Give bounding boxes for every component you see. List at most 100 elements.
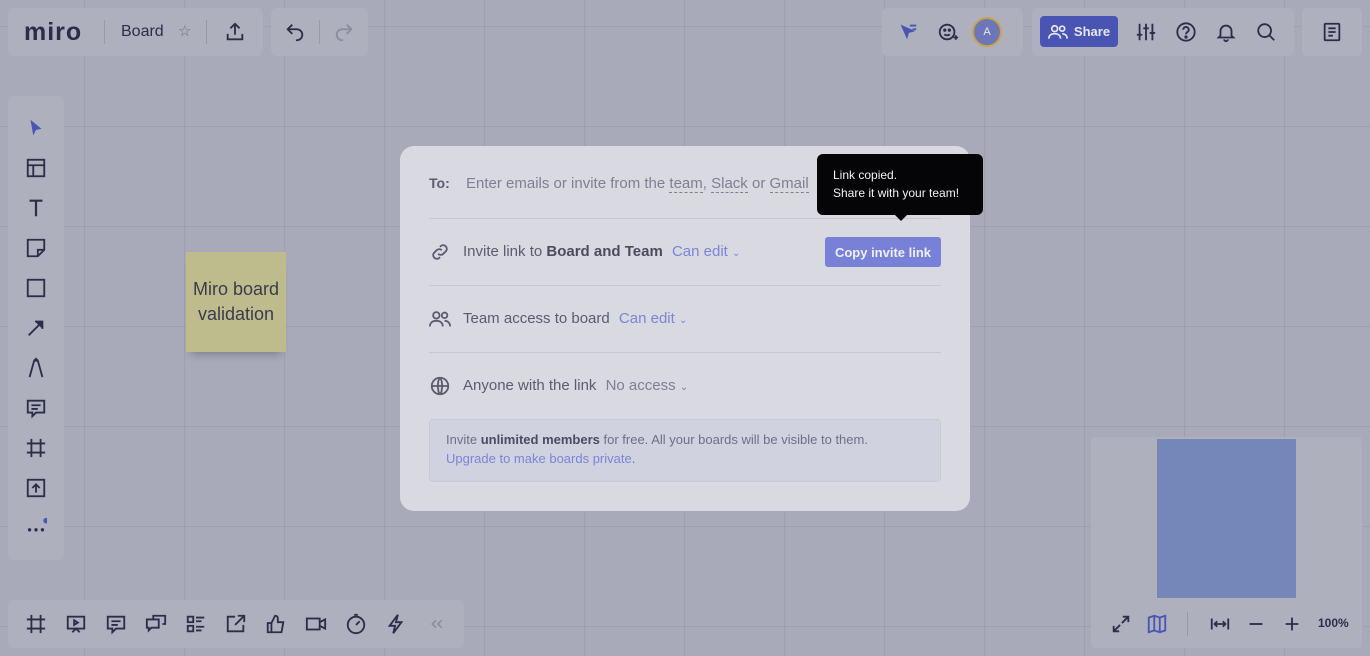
sliders-icon xyxy=(1136,23,1156,41)
text-tool[interactable] xyxy=(20,192,52,224)
rectangle-icon xyxy=(26,278,46,298)
pen-tool[interactable] xyxy=(20,352,52,384)
minimap-toggle-button[interactable] xyxy=(1141,608,1173,640)
invite-permission-label: Can edit xyxy=(671,243,728,260)
card-list-button[interactable] xyxy=(180,608,212,640)
board-title[interactable]: Board xyxy=(121,23,164,41)
templates-tool[interactable] xyxy=(20,152,52,184)
anyone-link-label: Anyone with the link xyxy=(463,377,597,394)
search-icon xyxy=(1257,23,1275,41)
to-label: To: xyxy=(429,175,450,191)
team-permission-label: Can edit xyxy=(618,310,675,327)
zoom-out-button[interactable] xyxy=(1240,608,1272,640)
team-access-row: Team access to board Can edit ⌄ xyxy=(463,310,687,327)
email-invite-input[interactable]: Enter emails or invite from the team, Sl… xyxy=(466,175,809,193)
separator-text: , xyxy=(702,175,712,192)
map-icon xyxy=(1147,614,1167,634)
timer-button[interactable] xyxy=(340,608,372,640)
sticky-note-text: Miro board validation xyxy=(192,279,280,324)
team-access-label: Team access to board xyxy=(463,310,610,327)
help-button[interactable] xyxy=(1170,16,1202,48)
frames-button[interactable] xyxy=(20,608,52,640)
expand-icon xyxy=(1112,615,1130,633)
copy-invite-link-button[interactable]: Copy invite link xyxy=(825,237,941,267)
chat-button[interactable] xyxy=(140,608,172,640)
board-notes-button[interactable] xyxy=(1316,16,1348,48)
export-button[interactable] xyxy=(219,16,251,48)
redo-button[interactable] xyxy=(328,16,360,48)
upgrade-info-box: Invite unlimited members for free. All y… xyxy=(429,419,941,482)
comments-button[interactable] xyxy=(100,608,132,640)
link-copied-tooltip: Link copied. Share it with your team! xyxy=(817,154,983,221)
select-tool[interactable] xyxy=(20,112,52,144)
share-screen-button[interactable] xyxy=(220,608,252,640)
invite-link-row: Invite link to Board and Team Can edit ⌄ xyxy=(463,243,740,260)
users-icon xyxy=(1047,24,1068,39)
chat-icon xyxy=(145,614,167,633)
avatar[interactable]: A xyxy=(972,17,1002,47)
more-tools[interactable] xyxy=(20,512,52,544)
arrow-icon xyxy=(28,320,44,336)
upload-icon xyxy=(26,478,46,498)
zoom-level[interactable]: 100% xyxy=(1318,616,1349,630)
tooltip-line2: Share it with your team! xyxy=(833,186,960,200)
more-icon xyxy=(27,517,47,532)
collapse-toolbar-button[interactable] xyxy=(420,608,452,640)
share-button[interactable]: Share xyxy=(1040,16,1118,47)
frames-icon xyxy=(26,614,46,634)
cursor-follow-button[interactable] xyxy=(892,16,924,48)
promo-suffix: for free. All your boards will be visibl… xyxy=(599,432,868,447)
add-collaborator-button[interactable] xyxy=(932,16,964,48)
video-chat-button[interactable] xyxy=(300,608,332,640)
miro-logo[interactable]: miro xyxy=(24,18,82,47)
minimap-viewport[interactable] xyxy=(1157,439,1296,598)
undo-icon xyxy=(286,24,304,42)
star-icon[interactable]: ☆ xyxy=(178,22,191,40)
comments-icon xyxy=(106,615,126,635)
sticky-note[interactable]: Miro board validation xyxy=(186,252,286,352)
team-link[interactable]: team xyxy=(669,175,703,193)
slack-link[interactable]: Slack xyxy=(711,175,748,193)
promo-text: Invite unlimited members for free. All y… xyxy=(446,432,868,447)
fit-width-icon xyxy=(1210,618,1230,630)
sticky-note-tool[interactable] xyxy=(20,232,52,264)
public-permission-label: No access xyxy=(605,377,676,394)
upload-tool[interactable] xyxy=(20,472,52,504)
connection-line-tool[interactable] xyxy=(20,312,52,344)
tooltip-arrow xyxy=(895,215,907,221)
apps-button[interactable] xyxy=(380,608,412,640)
presentation-button[interactable] xyxy=(60,608,92,640)
zoom-in-button[interactable] xyxy=(1276,608,1308,640)
frame-tool[interactable] xyxy=(20,432,52,464)
upload-icon xyxy=(226,22,244,41)
shape-tool[interactable] xyxy=(20,272,52,304)
voting-button[interactable] xyxy=(260,608,292,640)
team-permission-dropdown[interactable]: Can edit ⌄ xyxy=(619,310,687,327)
chevron-down-icon: ⌄ xyxy=(732,248,741,259)
comment-tool[interactable] xyxy=(20,392,52,424)
reaction-add-icon xyxy=(938,23,959,41)
share-screen-icon xyxy=(226,614,246,633)
divider xyxy=(319,20,320,44)
settings-button[interactable] xyxy=(1130,16,1162,48)
promo-prefix: Invite xyxy=(446,432,481,447)
divider xyxy=(429,285,941,286)
tooltip-line1: Link copied. xyxy=(833,168,898,182)
comment-icon xyxy=(26,399,46,419)
chevron-down-icon: ⌄ xyxy=(679,382,689,393)
sticky-note-icon xyxy=(26,238,46,258)
invite-permission-dropdown[interactable]: Can edit ⌄ xyxy=(672,243,740,260)
cursor-icon xyxy=(900,24,917,40)
public-permission-dropdown[interactable]: No access ⌄ xyxy=(606,377,689,394)
search-button[interactable] xyxy=(1250,16,1282,48)
undo-button[interactable] xyxy=(279,16,311,48)
fit-to-screen-button[interactable] xyxy=(1204,608,1236,640)
notifications-button[interactable] xyxy=(1210,16,1242,48)
fullscreen-button[interactable] xyxy=(1105,608,1137,640)
gmail-link[interactable]: Gmail xyxy=(769,175,809,193)
promo-link-line: Upgrade to make boards private. xyxy=(446,451,635,466)
invite-placeholder-text: Enter emails or invite from the xyxy=(466,175,670,192)
divider xyxy=(1187,612,1188,636)
upgrade-link[interactable]: Upgrade to make boards private xyxy=(446,451,632,466)
text-icon xyxy=(29,199,43,217)
